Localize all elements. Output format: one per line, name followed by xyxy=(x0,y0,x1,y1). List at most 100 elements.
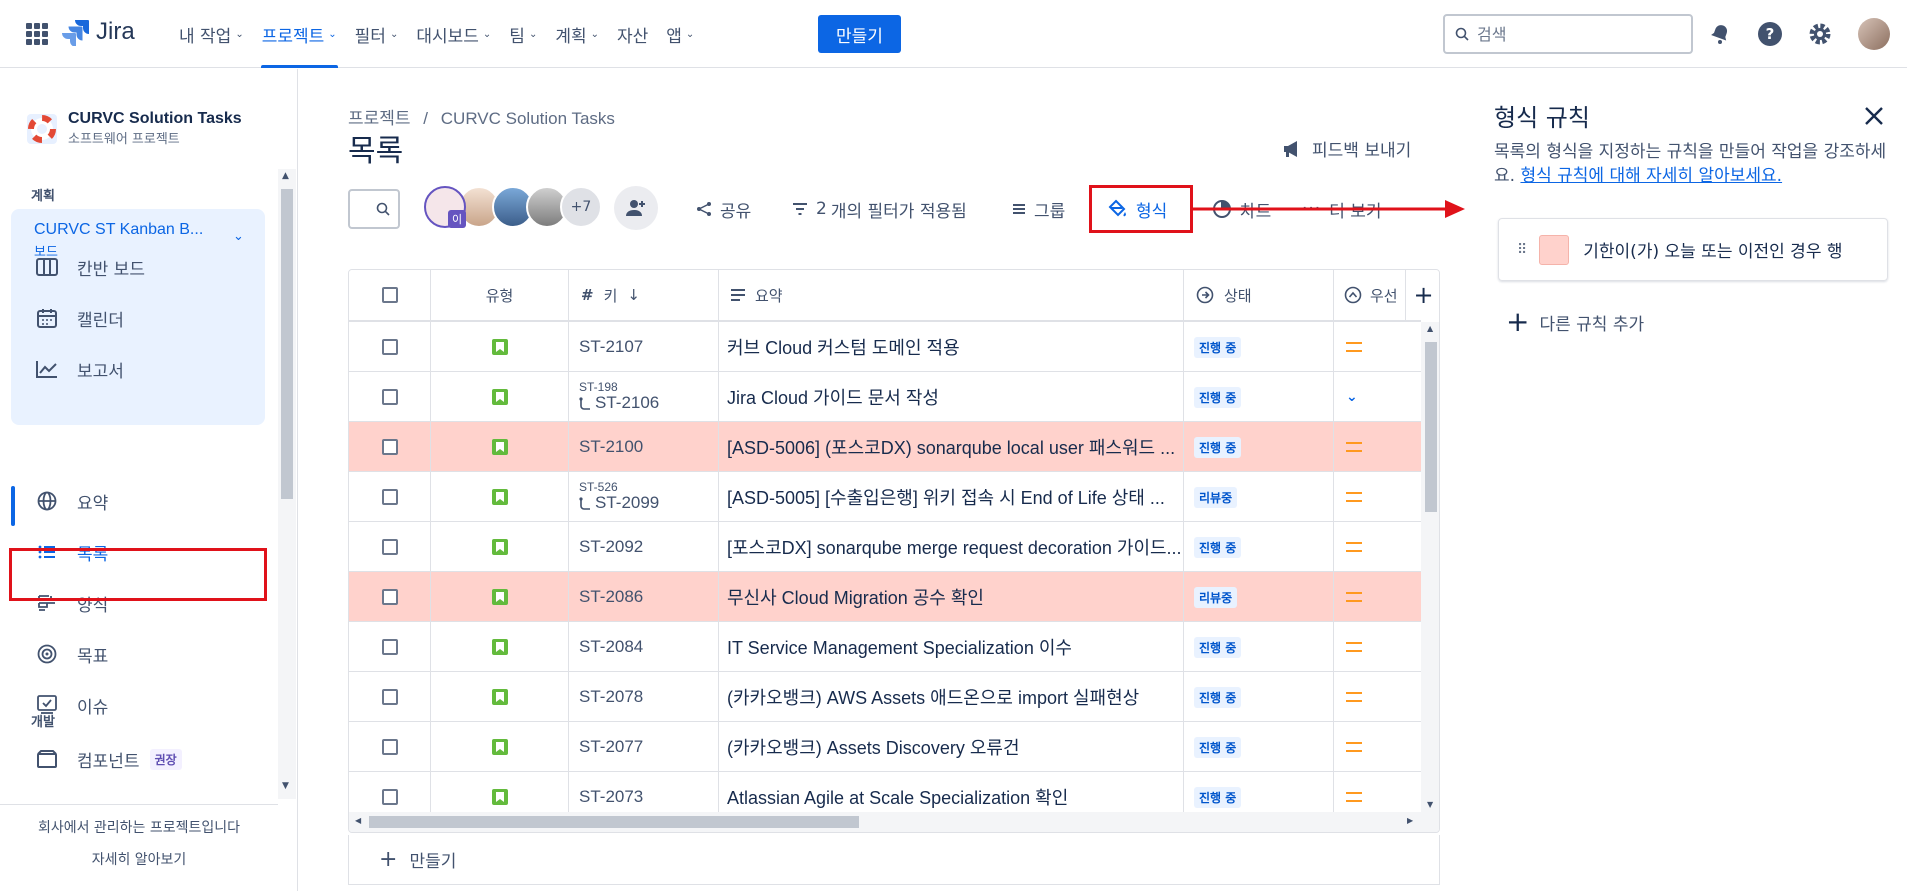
project-header[interactable]: CURVC Solution Tasks 소프트웨어 프로젝트 xyxy=(27,110,242,147)
issue-summary[interactable]: Jira Cloud 가이드 문서 작성 xyxy=(727,384,939,410)
learn-format-rules-link[interactable]: 형식 규칙에 대해 자세히 알아보세요. xyxy=(1520,166,1782,186)
table-vertical-scrollbar[interactable]: ▲ ▼ xyxy=(1421,322,1439,812)
filter-button[interactable]: 2 개의 필터가 적용됨 xyxy=(792,190,967,228)
issue-summary[interactable]: [ASD-5006] (포스코DX) sonarqube local user … xyxy=(727,434,1175,460)
table-row[interactable]: ST-2107 커브 Cloud 커스텀 도메인 적용 진행 중 xyxy=(349,322,1421,372)
status-badge[interactable]: 진행 중 xyxy=(1194,636,1242,658)
issue-key[interactable]: ST-2086 xyxy=(579,587,643,607)
status-badge[interactable]: 리뷰중 xyxy=(1194,586,1238,608)
format-rule-card[interactable]: ⠿ 기한이(가) 오늘 또는 이전인 경우 행 xyxy=(1498,218,1888,281)
scroll-right-icon[interactable]: ▶ xyxy=(1407,816,1413,825)
settings-gear-icon[interactable] xyxy=(1806,20,1834,48)
table-row[interactable]: ST-2092 [포스코DX] sonarqube merge request d… xyxy=(349,522,1421,572)
user-avatar[interactable] xyxy=(1858,18,1890,50)
sidebar-item-board-1[interactable]: 캘린더 xyxy=(11,295,265,341)
row-checkbox[interactable] xyxy=(381,739,398,755)
row-checkbox[interactable] xyxy=(381,339,398,355)
table-row[interactable]: ST-2086 무신사 Cloud Migration 공수 확인 리뷰중 xyxy=(349,572,1421,622)
add-people-button[interactable] xyxy=(614,186,658,230)
status-badge[interactable]: 진행 중 xyxy=(1194,786,1242,808)
table-row[interactable]: ST-198 ST-2106 Jira Cloud 가이드 문서 작성 진행 중 ⌄ xyxy=(349,372,1421,422)
drag-handle-icon[interactable]: ⠿ xyxy=(1517,242,1527,258)
issue-summary[interactable]: IT Service Management Specialization 이수 xyxy=(727,634,1072,660)
sidebar-item-components[interactable]: 컴포넌트 권장 xyxy=(11,736,265,782)
table-row[interactable]: ST-2084 IT Service Management Specializat… xyxy=(349,622,1421,672)
issue-summary[interactable]: [포스코DX] sonarqube merge request decorati… xyxy=(727,534,1182,560)
sidebar-item-goal[interactable]: 목표 xyxy=(11,631,265,677)
scrollbar-thumb[interactable] xyxy=(281,189,293,499)
column-header-type[interactable]: 유형 xyxy=(431,270,569,320)
column-header-key[interactable]: # 키 ↓ xyxy=(569,270,719,320)
sort-arrow-down-icon[interactable]: ↓ xyxy=(627,286,640,304)
status-badge[interactable]: 진행 중 xyxy=(1194,436,1242,458)
nav-item-0[interactable]: 내 작업 ⌄ xyxy=(170,0,253,68)
help-icon[interactable]: ? xyxy=(1756,20,1784,48)
scroll-left-icon[interactable]: ◀ xyxy=(355,816,361,825)
table-row[interactable]: ST-526 ST-2099 [ASD-5005] [수출입은행] 위키 접속 시 … xyxy=(349,472,1421,522)
status-badge[interactable]: 진행 중 xyxy=(1194,686,1242,708)
scroll-down-icon[interactable]: ▼ xyxy=(1427,800,1433,809)
issue-key[interactable]: ST-2099 xyxy=(595,494,659,513)
select-all-checkbox[interactable] xyxy=(381,287,398,303)
status-badge[interactable]: 진행 중 xyxy=(1194,336,1242,358)
issue-summary[interactable]: 커브 Cloud 커스텀 도메인 적용 xyxy=(727,334,960,360)
notifications-icon[interactable] xyxy=(1706,20,1734,48)
create-button[interactable]: 만들기 xyxy=(818,15,901,53)
column-header-summary[interactable]: 요약 xyxy=(719,270,1184,320)
nav-item-6[interactable]: 자산 xyxy=(608,0,657,68)
row-checkbox[interactable] xyxy=(381,639,398,655)
issue-summary[interactable]: [ASD-5005] [수출입은행] 위키 접속 시 End of Life 상… xyxy=(727,484,1165,510)
sidebar-item-board-2[interactable]: 보고서 xyxy=(11,346,265,392)
feedback-button[interactable]: 피드백 보내기 xyxy=(1282,136,1411,161)
issue-key[interactable]: ST-2106 xyxy=(595,394,659,413)
issue-summary[interactable]: 무신사 Cloud Migration 공수 확인 xyxy=(727,584,984,610)
table-row[interactable]: ST-2100 [ASD-5006] (포스코DX) sonarqube loca… xyxy=(349,422,1421,472)
row-checkbox[interactable] xyxy=(381,589,398,605)
search-input[interactable] xyxy=(1477,24,1677,44)
row-checkbox[interactable] xyxy=(381,789,398,805)
avatar[interactable]: 이 xyxy=(424,186,466,228)
scrollbar-thumb[interactable] xyxy=(369,816,859,828)
table-row[interactable]: ST-2078 (카카오뱅크) AWS Assets 애드온으로 import 실… xyxy=(349,672,1421,722)
row-checkbox[interactable] xyxy=(381,689,398,705)
create-issue-row[interactable]: + 만들기 xyxy=(348,835,1440,885)
issue-key[interactable]: ST-2107 xyxy=(579,337,643,357)
nav-item-7[interactable]: 앱 ⌄ xyxy=(657,0,703,68)
more-avatars-count[interactable]: +7 xyxy=(560,186,602,228)
row-checkbox[interactable] xyxy=(381,489,398,505)
issue-key[interactable]: ST-2084 xyxy=(579,637,643,657)
scroll-up-icon[interactable]: ▲ xyxy=(1427,324,1433,333)
sidebar-item-globe[interactable]: 요약 xyxy=(11,478,265,524)
row-checkbox[interactable] xyxy=(381,439,398,455)
nav-item-1[interactable]: 프로젝트 ⌄ xyxy=(253,0,346,68)
nav-item-5[interactable]: 계획 ⌄ xyxy=(546,0,608,68)
issue-summary[interactable]: (카카오뱅크) AWS Assets 애드온으로 import 실패현상 xyxy=(727,684,1139,710)
nav-item-2[interactable]: 필터 ⌄ xyxy=(346,0,408,68)
scroll-down-icon[interactable]: ▼ xyxy=(282,781,289,791)
issue-key[interactable]: ST-2077 xyxy=(579,737,643,757)
add-column-button[interactable]: + xyxy=(1405,270,1439,320)
learn-more-link[interactable]: 자세히 알아보기 xyxy=(0,849,278,869)
search-box[interactable] xyxy=(1443,14,1693,54)
status-badge[interactable]: 진행 중 xyxy=(1194,386,1242,408)
nav-item-3[interactable]: 대시보드 ⌄ xyxy=(407,0,500,68)
issue-key[interactable]: ST-2100 xyxy=(579,437,643,457)
close-icon[interactable] xyxy=(1862,104,1886,128)
breadcrumb-project[interactable]: CURVC Solution Tasks xyxy=(441,109,615,128)
row-checkbox[interactable] xyxy=(381,389,398,405)
status-badge[interactable]: 진행 중 xyxy=(1194,536,1242,558)
row-checkbox[interactable] xyxy=(381,539,398,555)
sidebar-scrollbar[interactable]: ▲ ▼ xyxy=(278,169,296,799)
chevron-down-icon[interactable]: ⌄ xyxy=(233,229,244,244)
group-button[interactable]: 그룹 xyxy=(1012,190,1065,228)
issue-summary[interactable]: (카카오뱅크) Assets Discovery 오류건 xyxy=(727,734,1020,760)
issue-key[interactable]: ST-2092 xyxy=(579,537,643,557)
scrollbar-thumb[interactable] xyxy=(1425,342,1437,512)
sidebar-item-board-0[interactable]: 칸반 보드 xyxy=(11,244,265,290)
table-horizontal-scrollbar[interactable]: ◀ ▶ xyxy=(349,812,1439,832)
add-rule-button[interactable]: + 다른 규칙 추가 xyxy=(1506,308,1644,336)
app-switcher-icon[interactable] xyxy=(26,23,48,45)
table-row[interactable]: ST-2077 (카카오뱅크) Assets Discovery 오류건 진행 중 xyxy=(349,722,1421,772)
column-header-status[interactable]: 상태 xyxy=(1184,270,1334,320)
status-badge[interactable]: 리뷰중 xyxy=(1194,486,1238,508)
